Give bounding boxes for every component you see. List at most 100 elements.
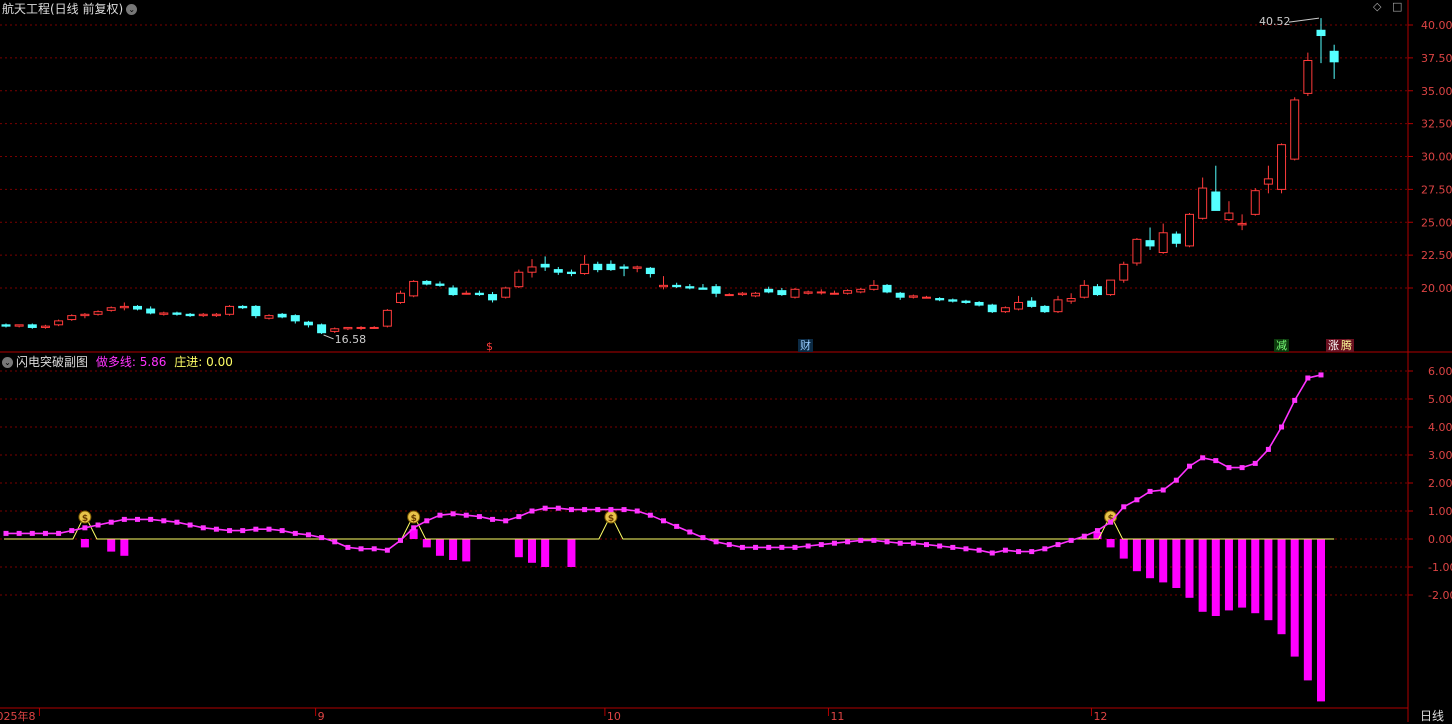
long-line-point bbox=[924, 542, 929, 548]
long-line-point bbox=[950, 544, 956, 550]
long-line-point bbox=[713, 539, 719, 545]
indicator-bar bbox=[80, 539, 89, 548]
long-line-point bbox=[1265, 446, 1271, 452]
candle-body bbox=[1171, 233, 1181, 244]
long-line-point bbox=[818, 542, 824, 548]
long-line-point bbox=[266, 526, 272, 532]
money-bag-symbol: $ bbox=[411, 514, 417, 524]
long-line-point bbox=[661, 518, 666, 524]
long-line-point bbox=[161, 518, 167, 524]
long-line-point bbox=[753, 544, 759, 550]
chevron-down-icon[interactable]: ⌄ bbox=[126, 4, 138, 15]
long-line-point bbox=[963, 546, 969, 552]
indicator-bar bbox=[422, 539, 431, 548]
long-line-point bbox=[174, 519, 180, 525]
long-line-point bbox=[305, 532, 311, 538]
event-tag-cai[interactable]: 财 bbox=[798, 339, 813, 352]
line2-value: 0.00 bbox=[206, 355, 233, 369]
candle-body bbox=[619, 266, 629, 269]
candle-body bbox=[540, 263, 550, 268]
sub-indicator-series: $ $ $ $ bbox=[3, 372, 1335, 702]
long-line-point bbox=[937, 543, 943, 549]
indicator-bar bbox=[528, 539, 536, 563]
long-line-point bbox=[108, 519, 114, 525]
indicator-tick-label: 0.00 bbox=[1428, 533, 1452, 546]
indicator-bar bbox=[567, 539, 576, 567]
period-button[interactable]: 日线 bbox=[1420, 707, 1444, 724]
long-line-point bbox=[437, 512, 443, 518]
long-line-point bbox=[463, 512, 469, 518]
event-tag-jian[interactable]: 减 bbox=[1274, 339, 1289, 352]
price-tick-label: 37.50 bbox=[1421, 52, 1452, 65]
date-tick-label: 11 bbox=[830, 710, 844, 722]
long-line-point bbox=[805, 543, 811, 549]
long-line-point bbox=[1081, 533, 1087, 539]
main-candle-series: 40.52 16.58 bbox=[1, 15, 1339, 346]
candle-body bbox=[356, 326, 366, 329]
long-line-point bbox=[1187, 463, 1192, 469]
candle-body bbox=[1092, 286, 1102, 296]
candle-body bbox=[185, 313, 195, 317]
candle-body bbox=[251, 305, 261, 317]
line1-value: 5.86 bbox=[139, 355, 167, 369]
indicator-tick-label: 5.00 bbox=[1428, 393, 1452, 406]
indicator-tick-label: -1.00 bbox=[1428, 561, 1452, 574]
money-bag-symbol: $ bbox=[82, 514, 88, 524]
long-line-point bbox=[910, 540, 916, 546]
candle-body bbox=[317, 324, 327, 334]
candle-body bbox=[106, 307, 116, 311]
candle-body bbox=[1250, 190, 1260, 215]
event-tag-s[interactable]: $ bbox=[484, 340, 495, 353]
candle-body bbox=[67, 315, 77, 321]
date-tick-label: 12 bbox=[1093, 710, 1107, 722]
candle-body bbox=[961, 300, 971, 303]
window-icon[interactable]: □ bbox=[1392, 0, 1402, 13]
candle-body bbox=[790, 288, 800, 298]
money-bag-symbol: $ bbox=[608, 514, 614, 524]
indicator-bar bbox=[1211, 539, 1220, 616]
candle-body bbox=[1066, 298, 1076, 302]
long-line-point bbox=[1108, 519, 1114, 525]
high-value-label: 40.52 bbox=[1259, 15, 1291, 28]
long-line-point bbox=[345, 544, 351, 550]
sub-chart-header: ⌄ 闪电突破副图 做多线: 5.86 庄进: 0.00 bbox=[2, 353, 233, 370]
candle-body bbox=[1224, 212, 1234, 221]
long-line-point bbox=[450, 511, 456, 517]
candle-body bbox=[869, 284, 879, 290]
long-line-point bbox=[1200, 455, 1206, 461]
indicator-bar bbox=[1132, 539, 1141, 572]
long-line-point bbox=[542, 505, 548, 511]
candle-body bbox=[764, 288, 774, 293]
candle-body bbox=[1303, 60, 1313, 94]
indicator-bar bbox=[1119, 539, 1128, 559]
chevron-down-icon[interactable]: ⌄ bbox=[2, 357, 13, 368]
indicator-bar bbox=[1159, 539, 1168, 583]
long-line-point bbox=[358, 546, 364, 552]
long-line-point bbox=[989, 550, 995, 556]
long-line-point bbox=[555, 505, 561, 511]
candle-body bbox=[198, 313, 208, 317]
long-line-point bbox=[384, 547, 390, 553]
indicator-bar bbox=[1146, 539, 1155, 579]
low-pointer bbox=[323, 334, 334, 340]
price-tick-label: 27.50 bbox=[1421, 183, 1452, 196]
candle-body bbox=[645, 267, 655, 275]
indicator-bar bbox=[1106, 539, 1115, 548]
candle-body bbox=[1079, 284, 1089, 298]
indicator-bar bbox=[1224, 539, 1233, 611]
diamond-icon[interactable]: ◇ bbox=[1373, 0, 1381, 13]
event-tag-teng[interactable]: 腾 bbox=[1339, 339, 1354, 352]
candle-body bbox=[330, 328, 340, 332]
candle-body bbox=[382, 309, 392, 327]
price-tick-label: 40.00 bbox=[1421, 19, 1452, 32]
candle-body bbox=[1316, 29, 1326, 37]
long-line-point bbox=[831, 540, 837, 546]
candle-body bbox=[119, 305, 129, 309]
candle-body bbox=[27, 324, 37, 328]
long-line-point bbox=[148, 516, 154, 522]
long-line-point bbox=[568, 507, 574, 513]
candle-body bbox=[277, 313, 287, 318]
candle-body bbox=[225, 305, 235, 315]
candle-body bbox=[829, 292, 839, 295]
indicator-tick-label: 2.00 bbox=[1428, 477, 1452, 490]
